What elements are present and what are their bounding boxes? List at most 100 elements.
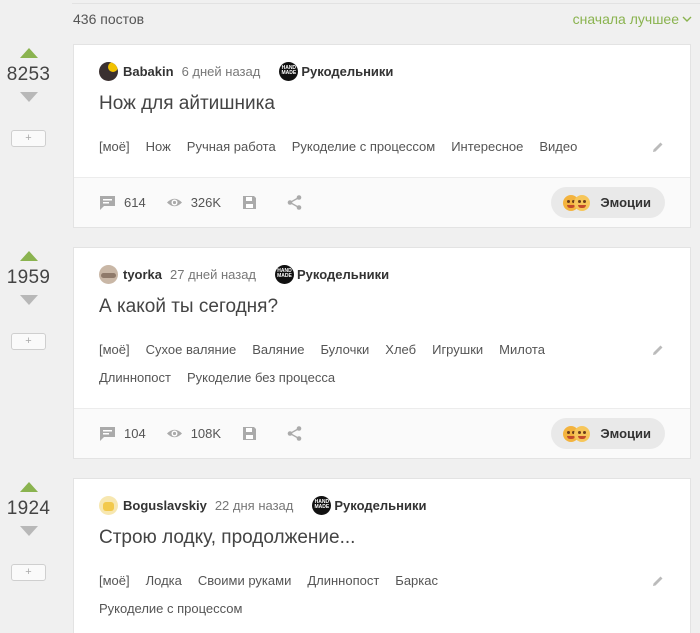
- save-post-button[interactable]: +: [11, 130, 46, 147]
- post-meta: tyorka 27 дней назад HAND MADE Рукодельн…: [99, 262, 665, 286]
- save-post-button[interactable]: +: [11, 333, 46, 350]
- rating-block: 8253 +: [0, 48, 57, 147]
- tag[interactable]: [моё]: [99, 567, 130, 595]
- pencil-icon[interactable]: [651, 574, 665, 588]
- eye-icon: [166, 198, 182, 207]
- rating-value: 8253: [6, 64, 51, 85]
- tag[interactable]: Лодка: [146, 567, 182, 595]
- community-badge: HAND MADE: [314, 499, 330, 510]
- post-title[interactable]: Строю лодку, продолжение...: [99, 527, 665, 549]
- post-footer: 104 108K Эмоции: [74, 408, 690, 458]
- community-link[interactable]: Рукодельники: [297, 267, 389, 282]
- sort-label: сначала лучшее: [572, 11, 679, 27]
- rating-value: 1924: [6, 498, 51, 519]
- emotions-label: Эмоции: [600, 195, 651, 210]
- tag[interactable]: Булочки: [320, 336, 369, 364]
- comment-icon: [100, 427, 115, 441]
- views-indicator: 108K: [166, 425, 221, 442]
- tag[interactable]: [моё]: [99, 336, 130, 364]
- post-card: Babakin 6 дней назад HAND MADE Рукодельн…: [73, 44, 691, 228]
- views-count: 108K: [190, 426, 222, 441]
- chevron-down-icon: [682, 16, 692, 22]
- tag[interactable]: Рукоделие без процесса: [187, 364, 335, 392]
- save-icon: [243, 427, 257, 440]
- pencil-icon[interactable]: [651, 140, 665, 154]
- tag[interactable]: Сухое валяние: [146, 336, 237, 364]
- posts-count: 436 постов: [73, 11, 145, 27]
- tag[interactable]: Своими руками: [198, 567, 291, 595]
- comment-icon: [100, 196, 115, 210]
- tag[interactable]: [моё]: [99, 133, 130, 161]
- eye-icon: [166, 429, 182, 438]
- emotions-icon: [563, 425, 591, 442]
- post-meta: Boguslavskiy 22 дня назад HAND MADE Руко…: [99, 493, 665, 517]
- tag-list: [моё] Лодка Своими руками Длиннопост Баркас Р…: [99, 567, 665, 623]
- upvote-button[interactable]: [19, 48, 38, 58]
- tag[interactable]: Ручная работа: [187, 133, 276, 161]
- emotions-button[interactable]: Эмоции: [551, 418, 665, 449]
- author-link[interactable]: tyorka: [123, 267, 162, 282]
- upvote-button[interactable]: [19, 251, 38, 261]
- feed-header: 436 постов сначала лучшее: [0, 0, 700, 40]
- tag[interactable]: Милота: [499, 336, 545, 364]
- tag[interactable]: Нож: [146, 133, 171, 161]
- tag[interactable]: Длиннопост: [307, 567, 379, 595]
- downvote-button[interactable]: [19, 526, 38, 536]
- tag[interactable]: Рукоделие с процессом: [292, 133, 435, 161]
- share-icon: [287, 426, 302, 441]
- tag[interactable]: Видео: [539, 133, 577, 161]
- tag[interactable]: Валяние: [252, 336, 304, 364]
- share-button[interactable]: [286, 194, 311, 211]
- post-title[interactable]: Нож для айтишника: [99, 93, 665, 115]
- post-time: 6 дней назад: [181, 63, 261, 79]
- post-meta: Babakin 6 дней назад HAND MADE Рукодельн…: [99, 59, 665, 83]
- community-link[interactable]: Рукодельники: [301, 64, 393, 79]
- views-count: 326K: [190, 195, 222, 210]
- share-icon: [287, 195, 302, 210]
- tag[interactable]: Баркас: [395, 567, 438, 595]
- pencil-icon[interactable]: [651, 343, 665, 357]
- save-button[interactable]: [241, 194, 266, 211]
- rating-block: 1959 +: [0, 251, 57, 350]
- tag[interactable]: Игрушки: [432, 336, 483, 364]
- community-icon[interactable]: HAND MADE: [279, 61, 299, 81]
- save-post-button[interactable]: +: [11, 564, 46, 581]
- post-card: Boguslavskiy 22 дня назад HAND MADE Руко…: [73, 478, 691, 633]
- community-link[interactable]: Рукодельники: [334, 498, 426, 513]
- community-icon[interactable]: HAND MADE: [312, 495, 332, 515]
- rating-block: 1924 +: [0, 482, 57, 581]
- emotions-button[interactable]: Эмоции: [551, 187, 665, 218]
- avatar[interactable]: [99, 61, 118, 81]
- emotions-label: Эмоции: [600, 426, 651, 441]
- tag-list: [моё] Сухое валяние Валяние Булочки Хлеб Игру…: [99, 336, 665, 392]
- comments-button[interactable]: 614: [99, 194, 146, 211]
- author-link[interactable]: Babakin: [123, 64, 174, 79]
- tag[interactable]: Рукоделие с процессом: [99, 595, 242, 623]
- post-time: 22 дня назад: [214, 497, 294, 513]
- community-badge: HAND MADE: [277, 268, 292, 279]
- tag-list: [моё] Нож Ручная работа Рукоделие с процесс…: [99, 133, 665, 161]
- emotions-icon: [563, 194, 591, 211]
- comments-count: 104: [124, 426, 146, 441]
- downvote-button[interactable]: [19, 295, 38, 305]
- rating-value: 1959: [6, 267, 51, 288]
- tag[interactable]: Хлеб: [385, 336, 416, 364]
- comments-button[interactable]: 104: [99, 425, 146, 442]
- post-card: tyorka 27 дней назад HAND MADE Рукодельн…: [73, 247, 691, 459]
- tag[interactable]: Интересное: [451, 133, 523, 161]
- avatar[interactable]: [99, 495, 118, 515]
- community-icon[interactable]: HAND MADE: [275, 264, 295, 284]
- tag[interactable]: Длиннопост: [99, 364, 171, 392]
- sort-dropdown[interactable]: сначала лучшее: [573, 11, 692, 27]
- author-link[interactable]: Boguslavskiy: [123, 498, 207, 513]
- post-title[interactable]: А какой ты сегодня?: [99, 296, 665, 318]
- avatar[interactable]: [99, 264, 118, 284]
- community-badge: HAND MADE: [281, 65, 297, 76]
- post-time: 27 дней назад: [170, 266, 257, 282]
- share-button[interactable]: [286, 425, 311, 442]
- downvote-button[interactable]: [19, 92, 38, 102]
- save-button[interactable]: [241, 425, 266, 442]
- upvote-button[interactable]: [19, 482, 38, 492]
- views-indicator: 326K: [166, 194, 221, 211]
- post-footer: 614 326K Эмоции: [74, 177, 690, 227]
